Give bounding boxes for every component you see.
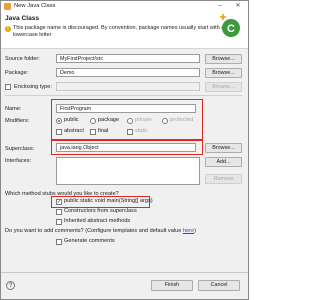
superclass-browse-button[interactable]: Browse...: [205, 143, 242, 153]
source-folder-field[interactable]: MyFirstProject/src: [56, 54, 200, 63]
close-icon[interactable]: ✕: [233, 2, 243, 10]
class-name-field[interactable]: FirstProgram: [56, 104, 196, 113]
modifier-package-radio[interactable]: [90, 118, 96, 124]
finish-button[interactable]: Finish: [151, 280, 193, 291]
modifier-public-label: public: [64, 117, 79, 123]
enclosing-type-field[interactable]: [56, 82, 200, 91]
main-method-checkbox[interactable]: ✓: [56, 199, 62, 205]
package-field[interactable]: Demo: [56, 68, 200, 77]
modifier-private-radio[interactable]: [127, 118, 133, 124]
page-title: Java Class: [5, 15, 40, 22]
comments-question-text: Do you want to add comments? (Configure …: [5, 228, 183, 234]
window-title: New Java Class: [14, 3, 56, 9]
configure-templates-link[interactable]: here: [183, 228, 194, 234]
generate-comments-label: Generate comments: [64, 238, 115, 244]
interfaces-list[interactable]: [56, 157, 200, 185]
source-folder-browse-button[interactable]: Browse...: [205, 54, 242, 64]
modifier-abstract-checkbox[interactable]: [56, 129, 62, 135]
help-icon[interactable]: ?: [6, 281, 15, 290]
cancel-button[interactable]: Cancel: [198, 280, 240, 291]
name-label: Name:: [5, 106, 22, 112]
modifier-final-checkbox[interactable]: [90, 129, 96, 135]
modifier-final-label: final: [98, 128, 109, 134]
comments-question-end: ): [194, 228, 196, 234]
package-label: Package:: [5, 70, 29, 76]
minimize-icon[interactable]: –: [215, 2, 225, 10]
modifier-protected-label: protected: [170, 117, 194, 123]
generate-comments-checkbox[interactable]: [56, 239, 62, 245]
warning-message: This package name is discouraged. By con…: [13, 25, 225, 38]
constructors-checkbox[interactable]: [56, 209, 62, 215]
main-method-label: public static void main(String[] args): [64, 198, 153, 204]
inherited-abstract-checkbox[interactable]: [56, 219, 62, 225]
modifier-package-label: package: [98, 117, 120, 123]
enclosing-type-label: Enclosing type:: [14, 84, 52, 90]
inherited-abstract-label: Inherited abstract methods: [64, 218, 131, 224]
modifier-abstract-label: abstract: [64, 128, 84, 134]
modifier-private-label: private: [135, 117, 152, 123]
constructors-label: Constructors from superclass: [64, 208, 137, 214]
title-bar: New Java Class – ✕: [1, 1, 248, 12]
superclass-field[interactable]: java.lang.Object: [56, 143, 196, 152]
modifier-protected-radio[interactable]: [162, 118, 168, 124]
wizard-header: Java Class ! This package name is discou…: [1, 12, 248, 49]
warning-icon: !: [5, 26, 11, 32]
section-divider: [5, 95, 242, 96]
enclosing-type-browse-button[interactable]: Browse...: [205, 82, 242, 92]
enclosing-type-checkbox[interactable]: [5, 84, 11, 90]
superclass-label: Superclass:: [5, 146, 35, 152]
footer-divider: [1, 272, 248, 273]
svg-text:C: C: [227, 23, 235, 35]
comments-question: Do you want to add comments? (Configure …: [5, 228, 196, 234]
modifier-public-radio[interactable]: [56, 118, 62, 124]
source-folder-label: Source folder:: [5, 56, 40, 62]
interfaces-add-button[interactable]: Add...: [205, 157, 242, 167]
new-class-banner-icon: C: [220, 14, 240, 37]
interfaces-label: Interfaces:: [5, 158, 32, 164]
modifiers-label: Modifiers:: [5, 118, 30, 124]
java-app-icon: [4, 3, 11, 10]
interfaces-remove-button[interactable]: Remove: [205, 174, 242, 184]
modifier-static-label: static: [135, 128, 149, 134]
package-browse-button[interactable]: Browse...: [205, 68, 242, 78]
modifier-static-checkbox[interactable]: [127, 129, 133, 135]
